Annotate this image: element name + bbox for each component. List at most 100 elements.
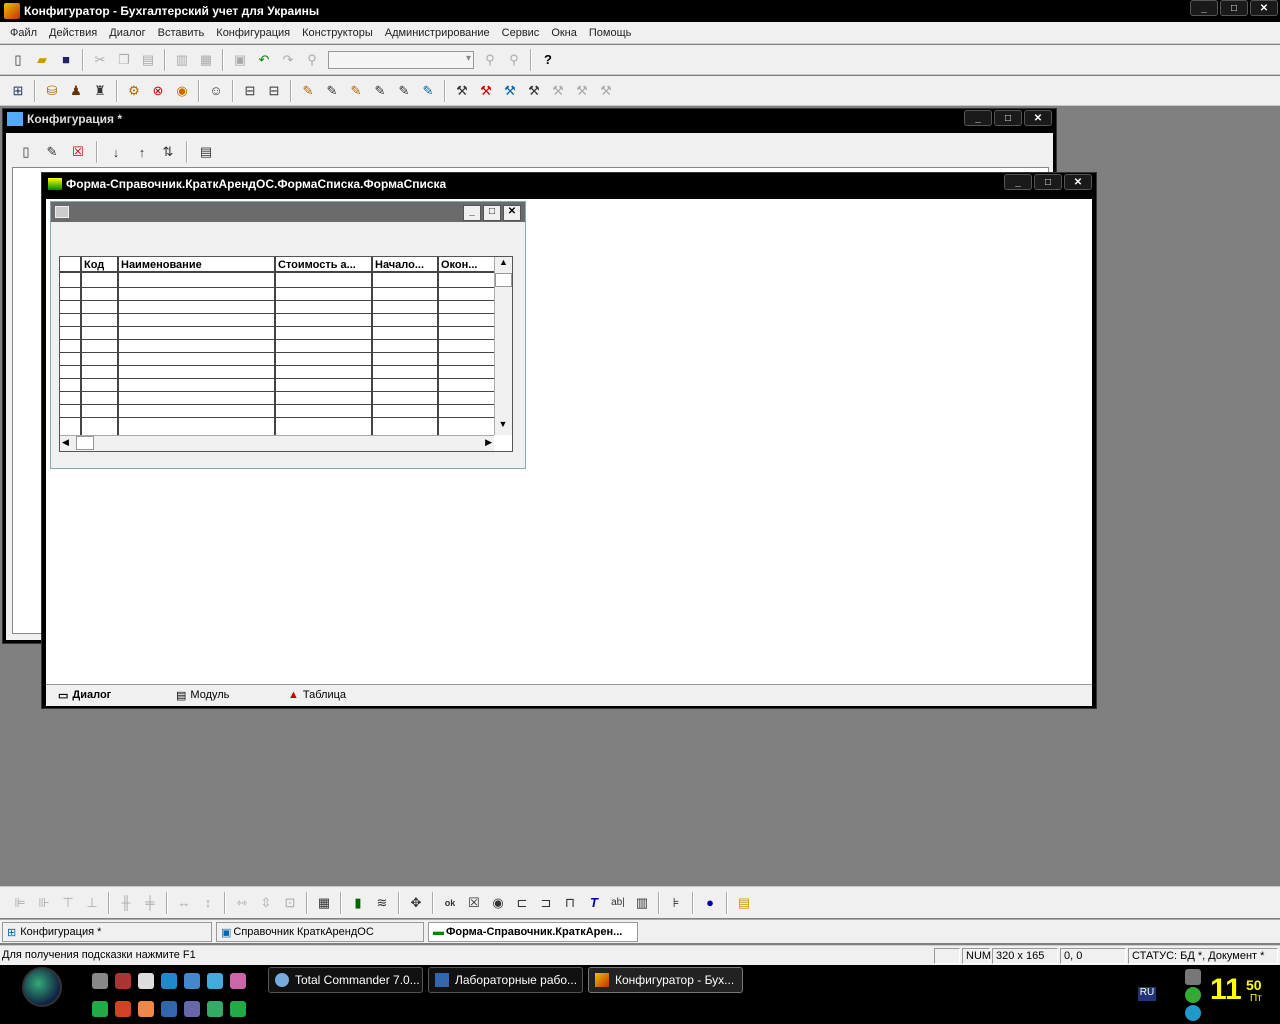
checkbox-tool-icon[interactable]: ☒ [463, 892, 485, 914]
quicklaunch-14-icon[interactable] [230, 1001, 246, 1017]
properties-tool-icon[interactable]: ▤ [733, 892, 755, 914]
same-height-icon[interactable]: ↕ [197, 892, 219, 914]
debug-run-icon[interactable]: ◉ [171, 80, 193, 102]
layers-icon[interactable]: ≋ [371, 892, 393, 914]
tool7-icon[interactable]: ⚒ [595, 80, 617, 102]
scroll-down-icon[interactable]: ▼ [495, 419, 511, 435]
config-maximize-button[interactable]: □ [994, 110, 1022, 126]
menu-file[interactable]: Файл [4, 27, 43, 39]
users-icon[interactable]: ♟ [65, 80, 87, 102]
hscroll-thumb[interactable] [76, 436, 94, 450]
align-bottom-icon[interactable]: ⊥ [81, 892, 103, 914]
color-tool-icon[interactable]: ● [699, 892, 721, 914]
print-icon[interactable]: ▥ [171, 49, 193, 71]
dialog-close-button[interactable]: ✕ [503, 205, 521, 221]
copy-icon[interactable]: ❐ [113, 49, 135, 71]
dialog-minimize-button[interactable]: _ [463, 205, 481, 221]
wizard2-icon[interactable]: ✎ [321, 80, 343, 102]
tool4-icon[interactable]: ⚒ [523, 80, 545, 102]
language-indicator[interactable]: RU [1138, 987, 1156, 1001]
quicklaunch-7-icon[interactable] [230, 973, 246, 989]
constructor-alt-icon[interactable]: ⊟ [263, 80, 285, 102]
save-icon[interactable]: ■ [55, 49, 77, 71]
table-tool-icon[interactable]: ▥ [631, 892, 653, 914]
window-tab-reference[interactable]: ▣ Справочник КраткАрендОС [216, 922, 424, 942]
center-dialog-icon[interactable]: ⊡ [279, 892, 301, 914]
find-prev-icon[interactable]: ⚲ [503, 49, 525, 71]
tree-tool-icon[interactable]: ⊧ [665, 892, 687, 914]
menu-service[interactable]: Сервис [496, 27, 546, 39]
config-tree-icon[interactable]: ⊞ [7, 80, 29, 102]
quicklaunch-2-icon[interactable] [115, 973, 131, 989]
config-delete-icon[interactable]: ☒ [67, 141, 89, 163]
window-tab-form[interactable]: ▬ Форма-Справочник.КраткАрен... [428, 922, 638, 942]
window-tab-configuration[interactable]: ⊞ Конфигурация * [2, 922, 212, 942]
qip-tray-icon[interactable] [1185, 1005, 1201, 1021]
clock-minute[interactable]: 50 [1246, 977, 1262, 993]
maximize-button[interactable]: □ [1220, 0, 1248, 16]
tool2-icon[interactable]: ⚒ [475, 80, 497, 102]
grid-icon[interactable]: ▦ [313, 892, 335, 914]
radio-tool-icon[interactable]: ◉ [487, 892, 509, 914]
align-right-icon[interactable]: ⊪ [33, 892, 55, 914]
column-header-end[interactable]: Окон... [439, 257, 496, 273]
wizard1-icon[interactable]: ✎ [297, 80, 319, 102]
rights-icon[interactable]: ♜ [89, 80, 111, 102]
groupbox-tool-icon[interactable]: ⊐ [535, 892, 557, 914]
form-close-button[interactable]: ✕ [1064, 174, 1092, 190]
network-icon[interactable] [1185, 969, 1201, 985]
dialog-preview[interactable]: _ □ ✕ Код Наименование Стоимость а... На… [50, 201, 526, 469]
taskbar-configurator[interactable]: Конфигуратор - Бух... [588, 967, 743, 993]
quicklaunch-13-icon[interactable] [207, 1001, 223, 1017]
same-width-icon[interactable]: ↔ [173, 892, 195, 914]
scroll-left-icon[interactable]: ◀ [62, 437, 69, 448]
scroll-thumb[interactable] [495, 273, 512, 287]
debug-stop-icon[interactable]: ⊗ [147, 80, 169, 102]
wizard6-icon[interactable]: ✎ [417, 80, 439, 102]
undo-icon[interactable]: ↶ [253, 49, 275, 71]
list-table[interactable]: Код Наименование Стоимость а... Начало..… [59, 256, 513, 452]
column-header-start[interactable]: Начало... [373, 257, 439, 273]
wizard5-icon[interactable]: ✎ [393, 80, 415, 102]
clock-hour[interactable]: 11 [1210, 975, 1242, 1005]
quicklaunch-10-icon[interactable] [138, 1001, 154, 1017]
metadata-icon[interactable]: ⛁ [41, 80, 63, 102]
new-document-icon[interactable]: ▯ [7, 49, 29, 71]
start-button[interactable] [22, 967, 62, 1007]
tab-dialog[interactable]: ▭ Диалог [52, 686, 164, 704]
menu-help[interactable]: Помощь [583, 27, 638, 39]
constructor-icon[interactable]: ⊟ [239, 80, 261, 102]
scroll-up-icon[interactable]: ▲ [495, 257, 512, 273]
find-next-icon[interactable]: ⚲ [479, 49, 501, 71]
taskbar-total-commander[interactable]: Total Commander 7.0... [268, 967, 423, 993]
column-header-cost[interactable]: Стоимость а... [276, 257, 373, 273]
vertical-scrollbar[interactable]: ▲ ▼ [494, 257, 512, 435]
wizard4-icon[interactable]: ✎ [369, 80, 391, 102]
config-close-button[interactable]: ✕ [1024, 110, 1052, 126]
redo-icon[interactable]: ↷ [277, 49, 299, 71]
tool1-icon[interactable]: ⚒ [451, 80, 473, 102]
print-preview-icon[interactable]: ▦ [195, 49, 217, 71]
help-icon[interactable]: ? [537, 49, 559, 71]
move-down-icon[interactable]: ↓ [105, 141, 127, 163]
config-minimize-button[interactable]: _ [964, 110, 992, 126]
tool5-icon[interactable]: ⚒ [547, 80, 569, 102]
config-new-icon[interactable]: ▯ [15, 141, 37, 163]
cut-icon[interactable]: ✂ [89, 49, 111, 71]
form-maximize-button[interactable]: □ [1034, 174, 1062, 190]
frame-tool-icon[interactable]: ⊏ [511, 892, 533, 914]
excel-icon[interactable] [92, 1001, 108, 1017]
menu-actions[interactable]: Действия [43, 27, 103, 39]
tab-table[interactable]: ▲ Таблица [282, 686, 396, 704]
quicklaunch-1-icon[interactable] [92, 973, 108, 989]
sort-icon[interactable]: ⇅ [157, 141, 179, 163]
horizontal-scrollbar[interactable]: ◀ ▶ [60, 435, 494, 451]
minimize-button[interactable]: _ [1190, 0, 1218, 16]
interfaces-icon[interactable]: ⚙ [123, 80, 145, 102]
quicklaunch-3-icon[interactable] [138, 973, 154, 989]
space-horizontal-icon[interactable]: ⇿ [231, 892, 253, 914]
open-folder-icon[interactable]: ▰ [31, 49, 53, 71]
menu-insert[interactable]: Вставить [152, 27, 211, 39]
tray-app-icon[interactable] [1185, 987, 1201, 1003]
column-header-code[interactable]: Код [82, 257, 119, 273]
